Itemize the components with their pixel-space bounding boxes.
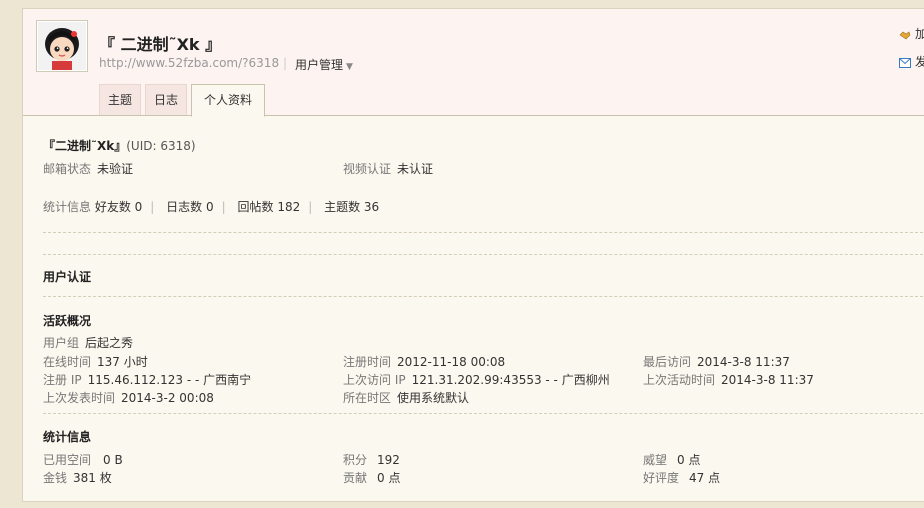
register-ip-value: 115.46.112.123 - - 广西南宁 xyxy=(87,373,252,387)
tab-blogs[interactable]: 日志 xyxy=(145,84,187,115)
email-status-value: 未验证 xyxy=(97,162,134,176)
user-manage-label: 用户管理 xyxy=(295,58,344,72)
replies-count-link[interactable]: 回帖数 182 xyxy=(238,200,301,214)
last-active-label: 上次活动时间 xyxy=(643,373,716,387)
username-heading: 『 二进制˜Xk 』 xyxy=(99,35,222,54)
last-visit-label: 最后访问 xyxy=(643,355,692,369)
profile-panel: 『 二进制˜Xk 』 http://www.52fzba.com/?6318 |… xyxy=(22,8,924,502)
money-value: 381 枚 xyxy=(73,471,112,485)
divider: | xyxy=(283,56,288,70)
previous-ip-label: 上次访问 IP xyxy=(343,373,406,387)
points-label: 积分 xyxy=(343,453,368,467)
contribution-label: 贡献 xyxy=(343,471,368,485)
rating-label: 好评度 xyxy=(643,471,680,485)
threads-count-link[interactable]: 主题数 36 xyxy=(324,200,379,214)
timezone: 所在时区 使用系统默认 xyxy=(343,389,469,406)
previous-ip: 上次访问 IP 121.31.202.99:43553 - - 广西柳州 xyxy=(343,371,610,388)
register-ip: 注册 IP 115.46.112.123 - - 广西南宁 xyxy=(43,371,251,388)
uid-text: (UID: 6318) xyxy=(126,139,196,153)
user-group: 用户组 后起之秀 xyxy=(43,334,133,351)
send-message-link[interactable]: 发 xyxy=(899,53,924,70)
stats-section-title: 统计信息 xyxy=(43,430,92,444)
divider xyxy=(43,254,924,255)
register-time-label: 注册时间 xyxy=(343,355,392,369)
last-post-value: 2014-3-2 00:08 xyxy=(121,391,214,405)
used-space-value: 0 B xyxy=(103,453,123,467)
divider xyxy=(43,232,924,233)
stats-summary: 统计信息 好友数 0 | 日志数 0 | 回帖数 182 | 主题数 36 xyxy=(43,200,380,214)
online-time-value: 137 小时 xyxy=(97,355,148,369)
add-friend-label: 加 xyxy=(915,27,924,41)
rating-value: 47 点 xyxy=(689,471,721,485)
name-line: 『二进制˜Xk』(UID: 6318) xyxy=(43,137,196,154)
used-space: 已用空间 0 B xyxy=(43,451,123,468)
timezone-value: 使用系统默认 xyxy=(397,391,470,405)
user-manage-dropdown[interactable]: 用户管理 ▼ xyxy=(295,56,353,73)
avatar[interactable] xyxy=(36,20,88,72)
user-group-label: 用户组 xyxy=(43,336,80,350)
last-active: 上次活动时间 2014-3-8 11:37 xyxy=(643,371,814,388)
prestige-value: 0 点 xyxy=(677,453,701,467)
last-visit-value: 2014-3-8 11:37 xyxy=(697,355,790,369)
contribution: 贡献 0 点 xyxy=(343,469,400,486)
avatar-image xyxy=(38,22,86,70)
money: 金钱 381 枚 xyxy=(43,469,112,486)
register-time: 注册时间 2012-11-18 00:08 xyxy=(343,353,505,370)
video-auth: 视频认证 未认证 xyxy=(343,160,433,177)
money-label: 金钱 xyxy=(43,471,68,485)
stats-summary-label: 统计信息 xyxy=(43,200,92,214)
activity-section-title: 活跃概况 xyxy=(43,314,92,328)
profile-url[interactable]: http://www.52fzba.com/?6318 xyxy=(99,56,279,70)
friends-count-link[interactable]: 好友数 0 xyxy=(95,200,142,214)
tab-profile[interactable]: 个人资料 xyxy=(191,84,265,117)
prestige: 威望 0 点 xyxy=(643,451,700,468)
profile-header: 『 二进制˜Xk 』 http://www.52fzba.com/?6318 |… xyxy=(23,9,924,117)
video-auth-label: 视频认证 xyxy=(343,162,392,176)
contribution-value: 0 点 xyxy=(377,471,401,485)
auth-section-title: 用户认证 xyxy=(43,270,92,284)
last-active-value: 2014-3-8 11:37 xyxy=(721,373,814,387)
last-post-label: 上次发表时间 xyxy=(43,391,116,405)
send-message-label: 发 xyxy=(915,55,924,69)
online-time: 在线时间 137 小时 xyxy=(43,353,148,370)
register-time-value: 2012-11-18 00:08 xyxy=(397,355,506,369)
profile-name: 『二进制˜Xk』 xyxy=(43,139,127,153)
add-friend-link[interactable]: 加 xyxy=(899,25,924,42)
divider xyxy=(43,296,924,297)
used-space-label: 已用空间 xyxy=(43,453,92,467)
rating: 好评度 47 点 xyxy=(643,469,720,486)
prestige-label: 威望 xyxy=(643,453,668,467)
last-post: 上次发表时间 2014-3-2 00:08 xyxy=(43,389,214,406)
chevron-down-icon: ▼ xyxy=(346,62,353,72)
online-time-label: 在线时间 xyxy=(43,355,92,369)
last-visit: 最后访问 2014-3-8 11:37 xyxy=(643,353,790,370)
user-group-value[interactable]: 后起之秀 xyxy=(85,336,133,350)
register-ip-label: 注册 IP xyxy=(43,373,82,387)
tab-threads[interactable]: 主题 xyxy=(99,84,141,115)
points-value: 192 xyxy=(377,453,400,467)
envelope-icon xyxy=(899,57,911,68)
points: 积分 192 xyxy=(343,451,400,468)
previous-ip-value: 121.31.202.99:43553 - - 广西柳州 xyxy=(411,373,610,387)
video-auth-value: 未认证 xyxy=(397,162,434,176)
blogs-count-link[interactable]: 日志数 0 xyxy=(166,200,213,214)
email-status: 邮箱状态 未验证 xyxy=(43,160,133,177)
email-status-label: 邮箱状态 xyxy=(43,162,92,176)
timezone-label: 所在时区 xyxy=(343,391,392,405)
handshake-icon xyxy=(899,31,911,39)
divider xyxy=(43,413,924,414)
